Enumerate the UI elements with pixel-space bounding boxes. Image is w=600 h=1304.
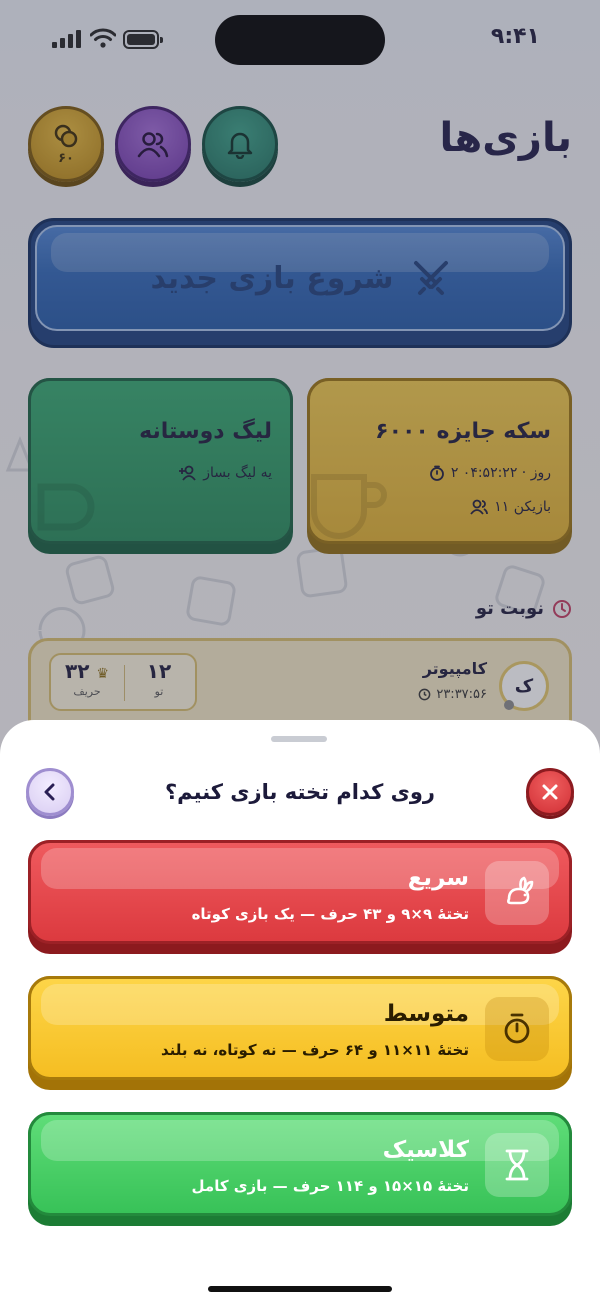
fast-option-name: سریع <box>407 865 469 891</box>
classic-board-option[interactable]: کلاسیک تختهٔ ۱۵×۱۵ و ۱۱۴ حرف — بازی کامل <box>28 1112 572 1226</box>
medium-board-option[interactable]: متوسط تختهٔ ۱۱×۱۱ و ۶۴ حرف — نه کوتاه، ن… <box>28 976 572 1090</box>
board-size-sheet: روی کدام تخته بازی کنیم؟ سریع تختهٔ ۹×۹ … <box>0 720 600 1304</box>
home-indicator[interactable] <box>208 1286 392 1292</box>
sheet-title: روی کدام تخته بازی کنیم؟ <box>164 780 435 804</box>
games-screen: ۹:۴۱ بازی‌ها ۶۰ <box>0 0 600 1304</box>
timer-icon <box>485 997 549 1061</box>
classic-option-name: کلاسیک <box>382 1137 469 1163</box>
medium-option-desc: تختهٔ ۱۱×۱۱ و ۶۴ حرف — نه کوتاه، نه بلند <box>160 1041 469 1059</box>
chevron-left-icon <box>44 783 55 801</box>
fast-board-option[interactable]: سریع تختهٔ ۹×۹ و ۴۳ حرف — یک بازی کوتاه <box>28 840 572 954</box>
classic-option-desc: تختهٔ ۱۵×۱۵ و ۱۱۴ حرف — بازی کامل <box>191 1177 469 1195</box>
close-button[interactable] <box>526 768 574 816</box>
fast-option-desc: تختهٔ ۹×۹ و ۴۳ حرف — یک بازی کوتاه <box>191 905 469 923</box>
back-button[interactable] <box>26 768 74 816</box>
medium-option-name: متوسط <box>383 1001 469 1027</box>
rabbit-icon <box>485 861 549 925</box>
sheet-grabber[interactable] <box>271 736 327 742</box>
close-icon <box>542 784 558 800</box>
hourglass-icon <box>485 1133 549 1197</box>
